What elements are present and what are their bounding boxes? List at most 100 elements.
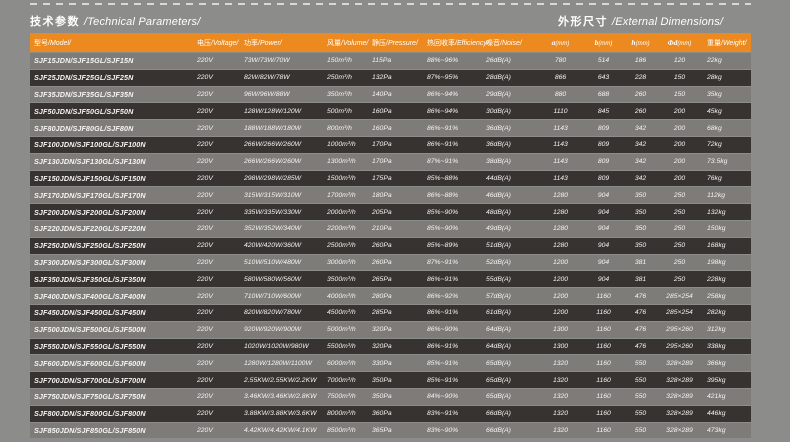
table-row: SJF35JDN/SJF35GL/SJF35N220V96W/96W/88W35… — [30, 87, 751, 103]
model-cell: SJF450JDN/SJF450GL/SJF450N — [30, 305, 190, 321]
value-cell-b: 643 — [585, 70, 622, 86]
value-cell-voltage: 220V — [190, 238, 240, 254]
value-cell-weight: 366kg — [700, 355, 751, 371]
value-cell-weight: 473kg — [700, 423, 751, 439]
value-cell-b: 904 — [585, 238, 622, 254]
value-cell-volume: 7500m³/h — [322, 389, 367, 405]
table-row: SJF600JDN/SJF600GL/SJF600N220V1280W/1280… — [30, 355, 751, 371]
value-cell-b: 904 — [585, 255, 622, 271]
value-cell-a: 1280 — [536, 204, 585, 220]
value-cell-power: 920W/920W/900W — [240, 322, 322, 338]
value-cell-noise: 65dB(A) — [477, 355, 536, 371]
table-row: SJF350JDN/SJF350GL/SJF350N220V580W/580W/… — [30, 271, 751, 287]
model-cell: SJF150JDN/SJF150GL/SJF150N — [30, 171, 190, 187]
value-cell-h: 550 — [622, 406, 659, 422]
column-header-a-sublabel: (mm) — [555, 41, 569, 47]
value-cell-phi-d: 295×260 — [659, 339, 700, 355]
value-cell-volume: 6000m³/h — [322, 355, 367, 371]
value-cell-efficiency: 86%~94% — [420, 103, 477, 119]
value-cell-a: 1143 — [536, 154, 585, 170]
value-cell-voltage: 220V — [190, 204, 240, 220]
value-cell-volume: 1000m³/h — [322, 137, 367, 153]
model-cell: SJF200JDN/SJF200GL/SJF200N — [30, 204, 190, 220]
value-cell-noise: 49dB(A) — [477, 221, 536, 237]
value-cell-a: 1300 — [536, 322, 585, 338]
value-cell-power: 315W/315W/310W — [240, 187, 322, 203]
value-cell-efficiency: 87%~91% — [420, 255, 477, 271]
value-cell-pressure: 320Pa — [367, 339, 420, 355]
value-cell-noise: 38dB(A) — [477, 154, 536, 170]
table-row: SJF400JDN/SJF400GL/SJF400N220V710W/710W/… — [30, 288, 751, 304]
value-cell-phi-d: 250 — [659, 187, 700, 203]
value-cell-efficiency: 86%~94% — [420, 87, 477, 103]
value-cell-efficiency: 85%~90% — [420, 204, 477, 220]
value-cell-voltage: 220V — [190, 103, 240, 119]
value-cell-power: 82W/82W/78W — [240, 70, 322, 86]
value-cell-pressure: 210Pa — [367, 221, 420, 237]
external-dimensions-label-cn: 外形尺寸 — [558, 16, 608, 28]
value-cell-power: 580W/580W/560W — [240, 271, 322, 287]
value-cell-voltage: 220V — [190, 87, 240, 103]
value-cell-a: 1320 — [536, 372, 585, 388]
value-cell-noise: 57dB(A) — [477, 288, 536, 304]
value-cell-phi-d: 200 — [659, 120, 700, 136]
table-row: SJF450JDN/SJF450GL/SJF450N220V820W/820W/… — [30, 305, 751, 321]
value-cell-a: 1280 — [536, 221, 585, 237]
technical-parameters-table: 型号/Model/电压/Voltage/功率/Power/风量/Volume/静… — [30, 32, 751, 439]
technical-parameters-label-en: /Technical Parameters/ — [84, 16, 201, 28]
value-cell-volume: 1700m³/h — [322, 187, 367, 203]
value-cell-power: 4.42KW/4.42KW/4.1KW — [240, 423, 322, 439]
value-cell-volume: 4000m³/h — [322, 288, 367, 304]
value-cell-power: 1280W/1280W/1100W — [240, 355, 322, 371]
value-cell-a: 1300 — [536, 339, 585, 355]
value-cell-phi-d: 200 — [659, 171, 700, 187]
value-cell-pressure: 160Pa — [367, 103, 420, 119]
value-cell-power: 266W/266W/260W — [240, 154, 322, 170]
value-cell-volume: 5000m³/h — [322, 322, 367, 338]
value-cell-power: 3.88KW/3.88KW/3.6KW — [240, 406, 322, 422]
model-cell: SJF500JDN/SJF500GL/SJF500N — [30, 322, 190, 338]
table-row: SJF100JDN/SJF100GL/SJF100N220V266W/266W/… — [30, 137, 751, 153]
value-cell-efficiency: 85%~90% — [420, 221, 477, 237]
column-header-weight-sublabel: /Weight/ — [721, 40, 747, 47]
value-cell-a: 1320 — [536, 355, 585, 371]
value-cell-b: 1160 — [585, 423, 622, 439]
value-cell-volume: 800m³/h — [322, 120, 367, 136]
value-cell-voltage: 220V — [190, 305, 240, 321]
value-cell-voltage: 220V — [190, 372, 240, 388]
value-cell-h: 186 — [622, 53, 659, 69]
value-cell-noise: 46dB(A) — [477, 187, 536, 203]
value-cell-h: 350 — [622, 238, 659, 254]
value-cell-phi-d: 200 — [659, 154, 700, 170]
column-header-voltage: 电压/Voltage/ — [190, 33, 240, 52]
column-header-weight: 重量/Weight/ — [700, 33, 751, 52]
value-cell-power: 1020W/1020W/980W — [240, 339, 322, 355]
value-cell-noise: 64dB(A) — [477, 339, 536, 355]
value-cell-h: 228 — [622, 70, 659, 86]
value-cell-phi-d: 285×254 — [659, 305, 700, 321]
value-cell-h: 476 — [622, 339, 659, 355]
model-cell: SJF80JDN/SJF80GL/SJF80N — [30, 120, 190, 136]
value-cell-voltage: 220V — [190, 339, 240, 355]
value-cell-pressure: 170Pa — [367, 154, 420, 170]
value-cell-voltage: 220V — [190, 288, 240, 304]
value-cell-power: 2.55KW/2.55KW/2.2KW — [240, 372, 322, 388]
model-cell: SJF15JDN/SJF15GL/SJF15N — [30, 53, 190, 69]
value-cell-pressure: 160Pa — [367, 120, 420, 136]
value-cell-voltage: 220V — [190, 120, 240, 136]
value-cell-b: 904 — [585, 271, 622, 287]
value-cell-phi-d: 250 — [659, 271, 700, 287]
value-cell-h: 381 — [622, 271, 659, 287]
value-cell-noise: 55dB(A) — [477, 271, 536, 287]
model-cell: SJF600JDN/SJF600GL/SJF600N — [30, 355, 190, 371]
value-cell-noise: 65dB(A) — [477, 372, 536, 388]
table-row: SJF130JDN/SJF130GL/SJF130N220V266W/266W/… — [30, 154, 751, 170]
value-cell-power: 420W/420W/360W — [240, 238, 322, 254]
value-cell-efficiency: 86%~90% — [420, 322, 477, 338]
value-cell-b: 1160 — [585, 389, 622, 405]
model-cell: SJF220JDN/SJF220GL/SJF220N — [30, 221, 190, 237]
value-cell-h: 550 — [622, 355, 659, 371]
technical-parameters-label-cn: 技术参数 — [30, 16, 80, 28]
value-cell-pressure: 350Pa — [367, 389, 420, 405]
column-header-noise: 噪音/Noise/ — [477, 33, 536, 52]
